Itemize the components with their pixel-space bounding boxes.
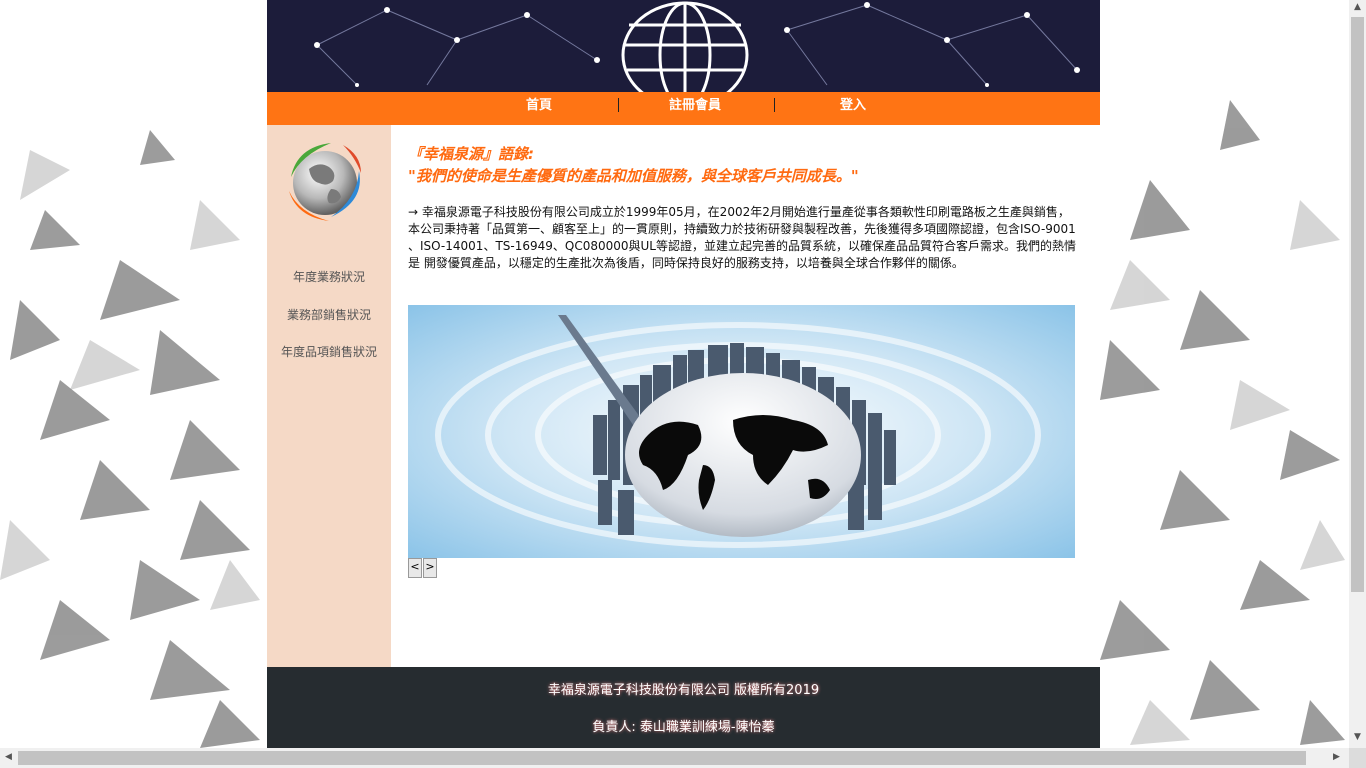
globe-logo-icon <box>289 143 361 221</box>
horizontal-scroll-thumb[interactable] <box>18 751 1306 765</box>
sidebar: 年度業務狀況 業務部銷售狀況 年度品項銷售狀況 <box>267 125 391 667</box>
sidebar-item-sales-dept[interactable]: 業務部銷售狀況 <box>267 306 391 323</box>
scroll-up-icon[interactable]: ▲ <box>1349 2 1366 12</box>
company-intro: → 幸福泉源電子科技股份有限公司成立於1999年05月，在2002年2月開始進行… <box>408 205 1076 270</box>
scroll-right-icon[interactable]: ▶ <box>1328 752 1345 762</box>
nav-divider <box>774 98 775 112</box>
top-nav: 首頁 註冊會員 登入 <box>267 92 1100 125</box>
horizontal-scrollbar[interactable]: ◀ ▶ <box>0 748 1349 768</box>
nav-login-link[interactable]: 登入 <box>813 92 893 125</box>
city-globe-image <box>408 305 1075 558</box>
quote-text: "我們的使命是生產優質的產品和加值服務，與全球客戶共同成長。" <box>408 167 859 185</box>
sidebar-item-product-sales[interactable]: 年度品項銷售狀況 <box>267 343 391 360</box>
slide-next-button[interactable]: > <box>423 558 437 578</box>
slide-prev-button[interactable]: < <box>408 558 422 578</box>
page-container: 首頁 註冊會員 登入 年度業務狀況 業務部銷售狀況 年度品項銷售狀況 『幸福泉源… <box>267 0 1100 748</box>
vertical-scrollbar[interactable]: ▲ ▼ <box>1349 0 1366 748</box>
footer-copyright: 幸福泉源電子科技股份有限公司 版權所有2019 <box>547 683 820 698</box>
nav-register-link[interactable]: 註冊會員 <box>655 92 735 125</box>
vertical-scroll-thumb[interactable] <box>1351 17 1364 592</box>
scrollbar-corner <box>1349 748 1366 768</box>
footer: 幸福泉源電子科技股份有限公司 版權所有2019 負責人: 泰山職業訓練場-陳怡蓁 <box>267 667 1100 748</box>
network-globe-banner <box>267 0 1100 92</box>
nav-divider <box>618 98 619 112</box>
sidebar-item-annual-business[interactable]: 年度業務狀況 <box>267 268 391 285</box>
company-quote: 『幸福泉源』語錄: "我們的使命是生產優質的產品和加值服務，與全球客戶共同成長。… <box>408 143 859 187</box>
footer-contact: 負責人: 泰山職業訓練場-陳怡蓁 <box>592 720 775 735</box>
scroll-down-icon[interactable]: ▼ <box>1349 732 1366 742</box>
quote-title: 『幸福泉源』語錄: <box>408 145 534 163</box>
scroll-left-icon[interactable]: ◀ <box>0 752 17 762</box>
nav-home-link[interactable]: 首頁 <box>499 92 579 125</box>
main-content: 『幸福泉源』語錄: "我們的使命是生產優質的產品和加值服務，與全球客戶共同成長。… <box>391 125 1100 667</box>
